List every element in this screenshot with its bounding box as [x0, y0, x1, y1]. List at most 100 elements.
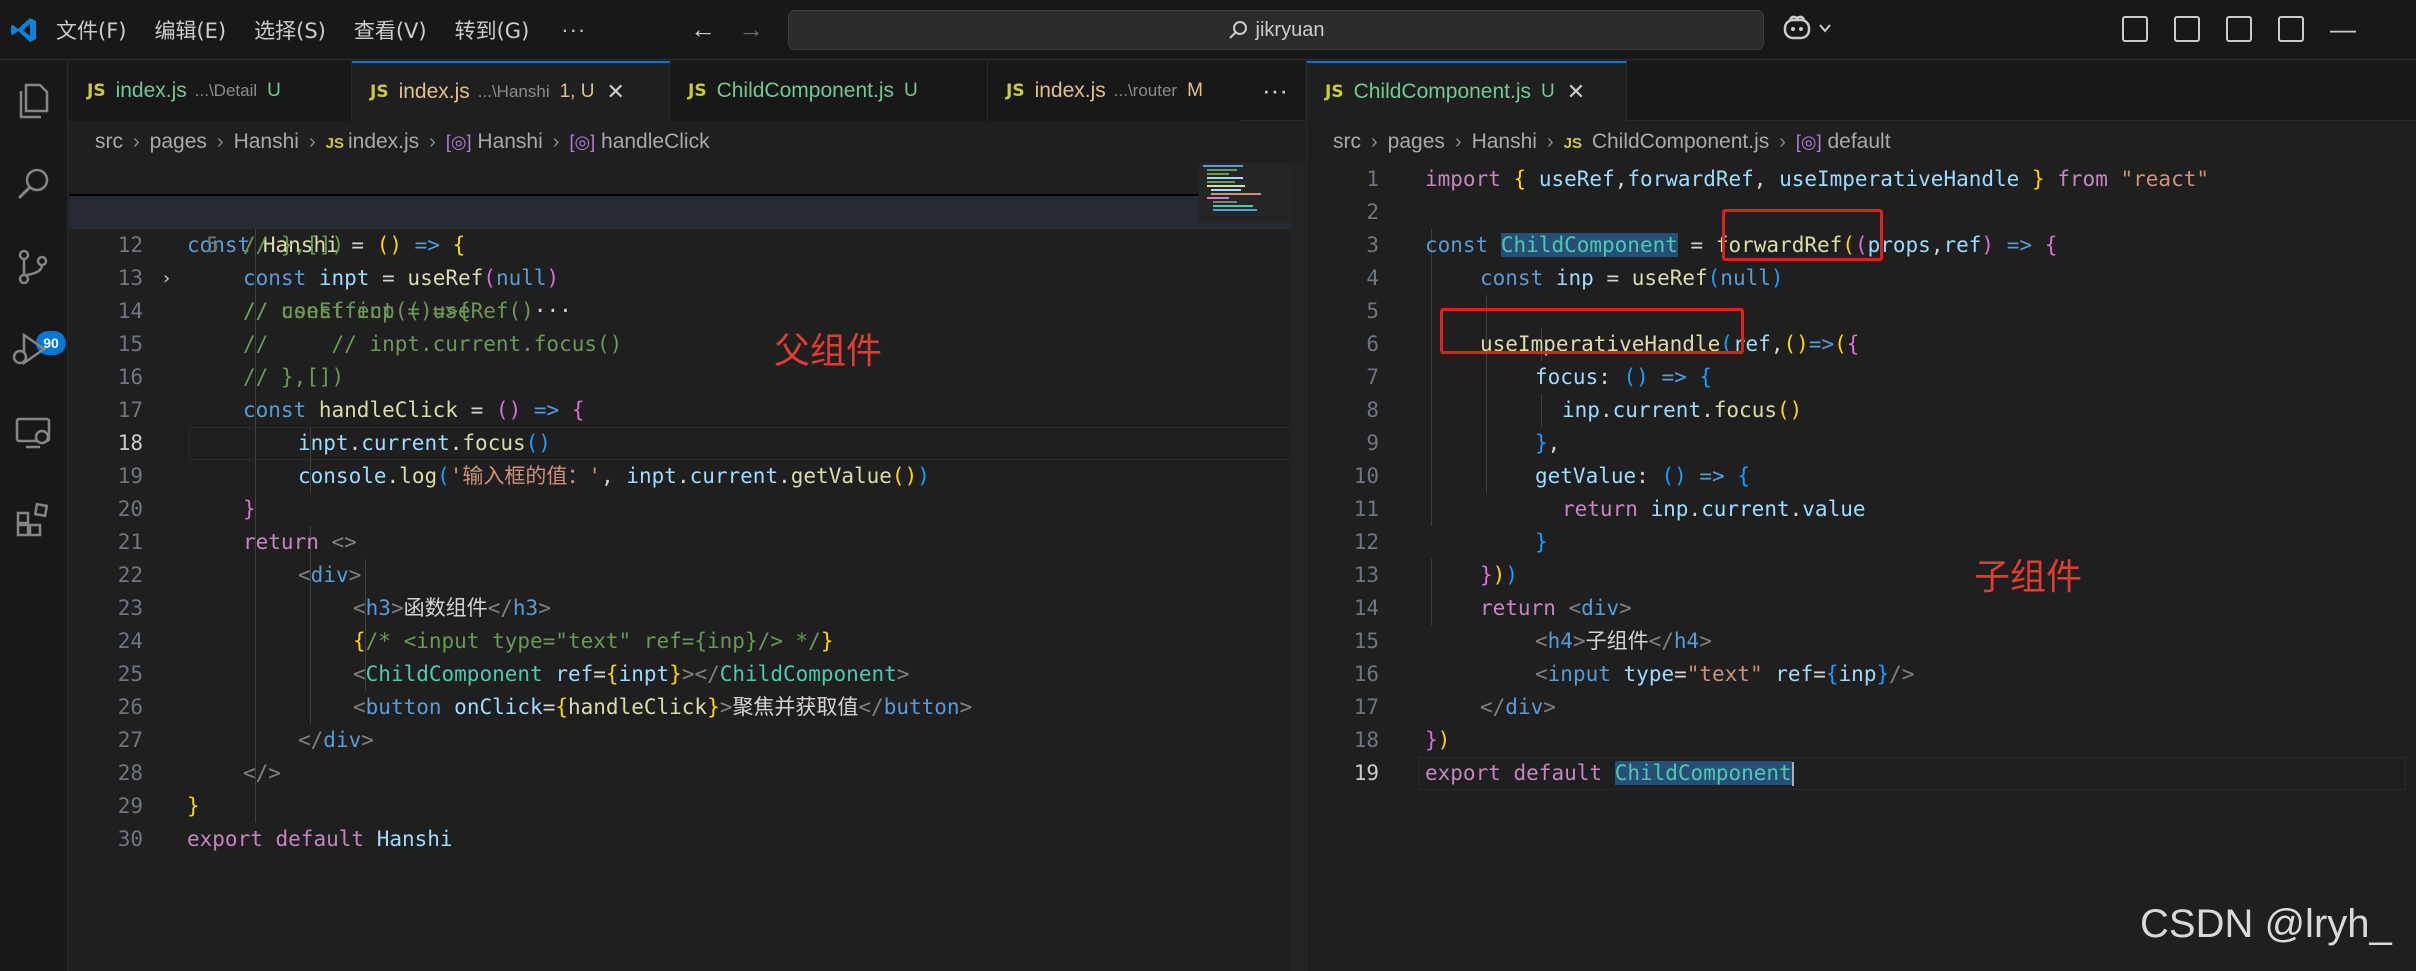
tab-bar-left: JS index.js ...\Detail U JS index.js ...…	[69, 61, 1305, 121]
menu-selection[interactable]: 选择(S)	[254, 15, 326, 45]
code-editor-left[interactable]: 4 const Hanshi = () => { 5 › // const in…	[69, 163, 1305, 971]
code-line: 14 return <div>	[1353, 596, 1632, 620]
chevron-right-icon: ›	[552, 130, 560, 153]
js-file-icon: JS	[87, 81, 106, 101]
breadcrumb-item[interactable]: index.js	[348, 130, 419, 153]
code-line: 1 import { useRef,forwardRef, useImperati…	[1366, 167, 2210, 191]
tab-label: index.js	[1034, 79, 1106, 102]
breadcrumb-item[interactable]: pages	[1388, 130, 1445, 154]
chevron-right-icon: ›	[1454, 130, 1462, 153]
tab-label: ChildComponent.js	[1353, 80, 1532, 103]
js-file-icon: JS	[370, 82, 389, 102]
activity-bar: 90	[0, 61, 68, 971]
tab-label: ChildComponent.js	[716, 79, 895, 102]
tab-childcomponent[interactable]: JS ChildComponent.js U	[670, 61, 988, 121]
code-line: 19 export default ChildComponent	[1353, 761, 1794, 786]
breadcrumb-item[interactable]: ChildComponent.js	[1592, 130, 1769, 153]
copilot-button[interactable]	[1782, 14, 1832, 42]
code-line: 26 <button onClick={handleClick}>聚焦并获取值</…	[117, 695, 973, 719]
child-component-annotation: 子组件	[1974, 557, 2083, 598]
code-line: 7 focus: () => {	[1366, 365, 1713, 389]
title-bar: 文件(F) 编辑(E) 选择(S) 查看(V) 转到(G) ··· ← → ji…	[0, 0, 2416, 60]
code-line: 13}))	[1353, 563, 1518, 587]
code-line: 27 </div>	[117, 728, 374, 752]
source-control-icon[interactable]	[14, 247, 54, 287]
code-line: 17 </div>	[1353, 695, 1556, 719]
code-line: 15// // inpt.current.focus()	[117, 332, 623, 356]
scrollbar[interactable]	[1291, 163, 1305, 971]
tab-status: U	[1541, 81, 1555, 102]
highlight-box-useimperativehandle	[1440, 308, 1744, 354]
tab-index-router[interactable]: JS index.js ...\router M	[988, 61, 1240, 121]
menu-go[interactable]: 转到(G)	[455, 15, 530, 45]
js-file-icon: JS	[1006, 81, 1025, 101]
tab-label: index.js	[398, 80, 470, 103]
toggle-sidebar-icon[interactable]	[2174, 16, 2200, 42]
breadcrumb: src › pages › Hanshi › JS index.js › [◎] Hans…	[69, 121, 1305, 163]
code-line: 10 getValue: () => {	[1353, 464, 1751, 488]
breadcrumb-item[interactable]: src	[95, 130, 123, 154]
menu-view[interactable]: 查看(V)	[354, 15, 427, 45]
menu-bar: 文件(F) 编辑(E) 选择(S) 查看(V) 转到(G) ···	[56, 0, 586, 60]
chevron-right-icon: ›	[1546, 130, 1554, 153]
parent-component-annotation: 父组件	[774, 331, 883, 372]
chevron-right-icon: ›	[429, 130, 436, 153]
code-line: 4 const inp = useRef(null)	[1366, 266, 1784, 290]
close-icon[interactable]: ✕	[606, 79, 624, 105]
minimap[interactable]	[1199, 163, 1299, 223]
tab-status: 1, U	[559, 81, 595, 102]
minimize-icon[interactable]: —	[2330, 14, 2356, 45]
close-icon[interactable]: ✕	[1567, 79, 1585, 105]
menu-edit[interactable]: 编辑(E)	[154, 15, 226, 45]
breadcrumb-item[interactable]: Hanshi	[234, 130, 299, 154]
tab-index-detail[interactable]: JS index.js ...\Detail U	[69, 61, 352, 121]
breadcrumb-item[interactable]: Hanshi	[477, 130, 542, 153]
tab-bar-right: JS ChildComponent.js U ✕	[1307, 61, 2416, 121]
tab-description: ...\Hanshi	[477, 82, 550, 101]
code-line: 18 inpt.current.focus()	[117, 431, 551, 455]
code-line: 12}	[1353, 530, 1548, 554]
chevron-right-icon: ›	[1371, 130, 1378, 153]
chevron-right-icon: ›	[1779, 130, 1786, 153]
remote-explorer-icon[interactable]	[14, 413, 54, 453]
breadcrumb-item[interactable]: pages	[150, 130, 207, 154]
code-line: 15 <h4>子组件</h4>	[1353, 629, 1712, 653]
code-line: 8 inp.current.focus()	[1366, 398, 1803, 422]
tab-index-hanshi[interactable]: JS index.js ...\Hanshi 1, U ✕	[352, 61, 670, 121]
code-line: 11 return inp.current.value	[1353, 497, 1866, 521]
tab-childcomponent-right[interactable]: JS ChildComponent.js U ✕	[1307, 61, 1627, 121]
tab-status: M	[1187, 80, 1203, 101]
code-line: 19 console.log('输入框的值：', inpt.current.get…	[117, 464, 930, 488]
code-line: 24 {/* <input type="text" ref={inp}/> */}	[117, 629, 834, 653]
search-text: jikryuan	[1255, 18, 1325, 41]
forward-arrow-icon[interactable]: →	[738, 14, 764, 45]
toggle-panel-icon[interactable]	[2226, 16, 2252, 42]
breadcrumb-item[interactable]: default	[1827, 130, 1890, 153]
menu-more-button[interactable]: ···	[561, 17, 586, 43]
customize-layout-icon[interactable]	[2122, 16, 2148, 42]
code-line: 17 const handleClick = () => {	[117, 398, 585, 422]
search-icon[interactable]	[14, 164, 54, 204]
breadcrumb-item[interactable]: Hanshi	[1472, 130, 1537, 154]
editor-group-left: JS index.js ...\Detail U JS index.js ...…	[69, 61, 1305, 971]
code-line: 22 <div>	[117, 563, 362, 587]
code-line: 9},	[1366, 431, 1561, 455]
code-editor-right[interactable]: 1 import { useRef,forwardRef, useImperati…	[1307, 163, 2416, 971]
code-line: 21 return <>	[117, 530, 357, 554]
explorer-icon[interactable]	[14, 81, 54, 121]
watermark: CSDN @lryh_	[2140, 902, 2392, 946]
command-center-search[interactable]: jikryuan	[788, 10, 1764, 50]
tabs-more-button[interactable]: ···	[1245, 61, 1305, 120]
menu-file[interactable]: 文件(F)	[56, 15, 126, 45]
toggle-secondary-sidebar-icon[interactable]	[2278, 16, 2304, 42]
code-line: 16// },[])	[117, 365, 345, 389]
highlight-box-forwardref	[1722, 209, 1883, 261]
js-file-icon: JS	[1325, 82, 1344, 102]
breadcrumb-item[interactable]: src	[1333, 130, 1361, 154]
chevron-right-icon: ›	[216, 130, 224, 153]
breadcrumb-item[interactable]: handleClick	[601, 130, 710, 153]
extensions-icon[interactable]	[14, 499, 54, 539]
run-debug-icon[interactable]	[10, 329, 50, 369]
back-arrow-icon[interactable]: ←	[690, 14, 716, 45]
code-line: 29}	[117, 794, 200, 818]
